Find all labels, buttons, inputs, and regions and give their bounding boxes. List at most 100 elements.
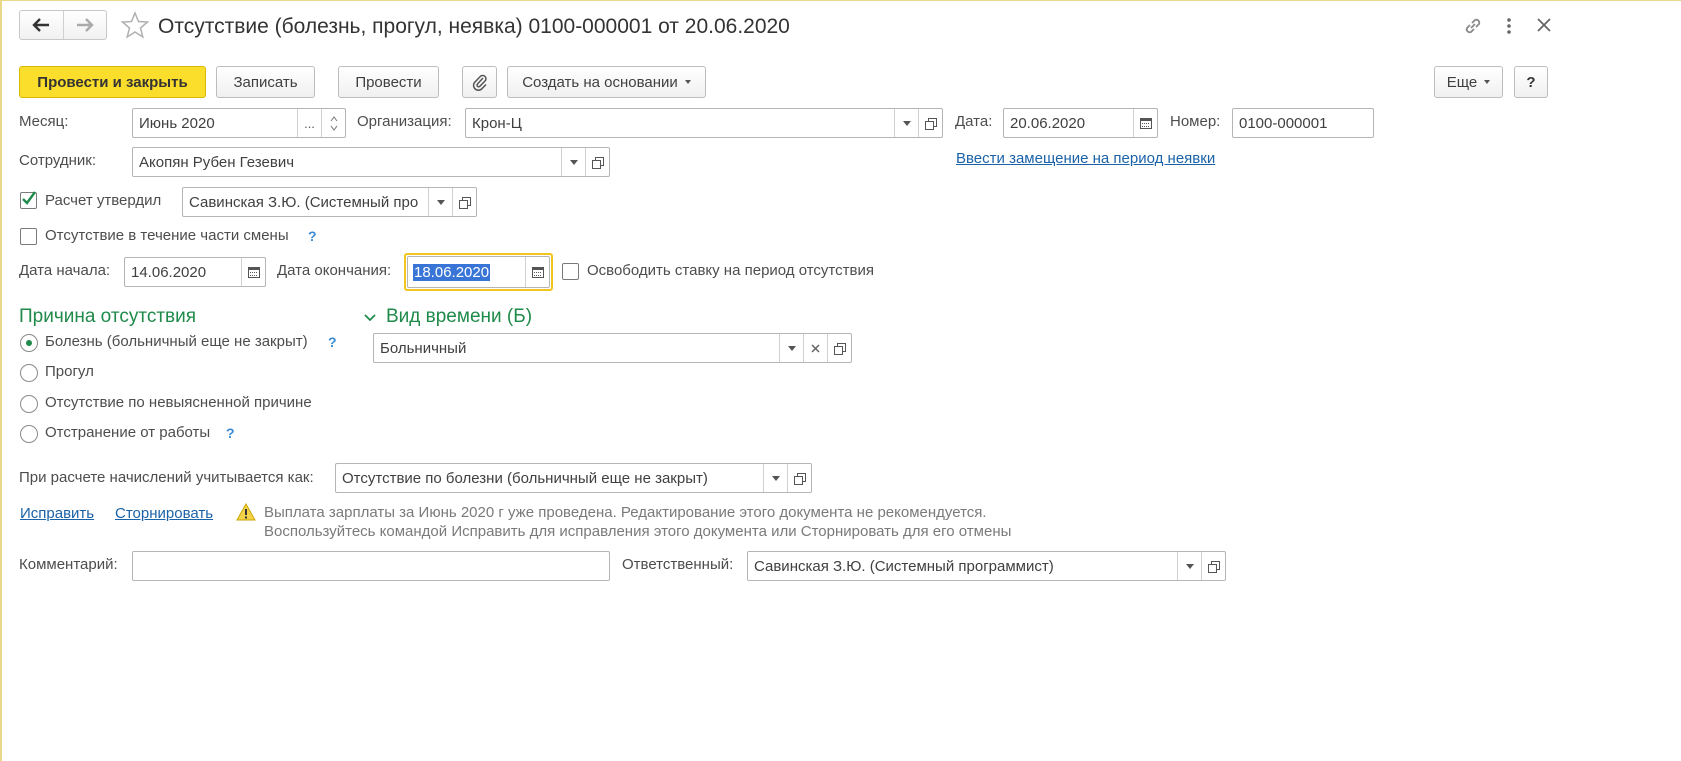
post-button[interactable]: Провести xyxy=(338,66,439,98)
reason-radio-suspension[interactable] xyxy=(20,425,38,443)
time-type-header[interactable]: Вид времени (Б) xyxy=(386,306,532,328)
dropdown-arrow-icon xyxy=(569,159,578,165)
date-value: 20.06.2020 xyxy=(1010,114,1086,132)
reason-radio-truancy[interactable] xyxy=(20,364,38,382)
reverse-link[interactable]: Сторнировать xyxy=(115,505,213,522)
accrual-field[interactable]: Отсутствие по болезни (больничный еще не… xyxy=(335,463,812,493)
create-based-on-button[interactable]: Создать на основании xyxy=(507,66,706,98)
reason-option-truancy: Прогул xyxy=(45,363,94,380)
number-label: Номер: xyxy=(1170,113,1221,130)
substitution-link[interactable]: Ввести замещение на период неявки xyxy=(956,150,1215,167)
employee-dropdown[interactable] xyxy=(561,148,585,176)
calendar-icon xyxy=(247,266,260,278)
dropdown-arrow-icon xyxy=(1185,563,1194,569)
open-icon xyxy=(592,156,604,169)
time-type-field[interactable]: Больничный xyxy=(373,333,852,363)
favorite-star-icon[interactable] xyxy=(120,10,150,44)
month-value: Июнь 2020 xyxy=(139,114,215,132)
open-icon xyxy=(459,196,471,209)
approved-field[interactable]: Савинская З.Ю. (Системный про xyxy=(182,187,477,217)
warning-line-1: Выплата зарплаты за Июнь 2020 г уже пров… xyxy=(264,504,987,521)
responsible-open[interactable] xyxy=(1201,552,1225,580)
month-label: Месяц: xyxy=(19,113,69,130)
help-question-icon[interactable]: ? xyxy=(308,228,317,244)
more-button[interactable]: Еще xyxy=(1434,66,1503,98)
month-select-button[interactable]: ... xyxy=(297,109,321,137)
date-calendar[interactable] xyxy=(1133,109,1157,137)
approved-checkbox[interactable] xyxy=(20,191,37,209)
close-icon[interactable] xyxy=(1535,16,1553,38)
paperclip-icon xyxy=(472,74,487,91)
more-vertical-icon[interactable] xyxy=(1502,15,1516,37)
accrual-open[interactable] xyxy=(787,464,811,492)
chevron-down-icon[interactable] xyxy=(330,125,338,131)
document-window: Отсутствие (болезнь, прогул, неявка) 010… xyxy=(0,0,1681,761)
number-value: 0100-000001 xyxy=(1239,114,1328,132)
organization-field[interactable]: Крон-Ц xyxy=(465,108,943,138)
collapse-chevron-icon[interactable] xyxy=(363,311,377,328)
nav-buttons xyxy=(19,10,107,40)
free-rate-checkbox[interactable] xyxy=(562,263,579,280)
accrual-label: При расчете начислений учитывается как: xyxy=(19,469,314,486)
help-question-icon[interactable]: ? xyxy=(328,334,337,350)
organization-label: Организация: xyxy=(357,113,452,130)
reason-radio-unknown[interactable] xyxy=(20,395,38,413)
start-date-field[interactable]: 14.06.2020 xyxy=(124,257,266,287)
warning-line-2: Воспользуйтесь командой Исправить для ис… xyxy=(264,523,1012,540)
write-button[interactable]: Записать xyxy=(216,66,315,98)
organization-value: Крон-Ц xyxy=(472,114,522,132)
accrual-dropdown[interactable] xyxy=(763,464,787,492)
reason-radio-illness[interactable] xyxy=(20,334,38,352)
end-date-calendar[interactable] xyxy=(525,257,549,287)
free-rate-label: Освободить ставку на период отсутствия xyxy=(587,262,874,279)
end-date-value: 18.06.2020 xyxy=(413,263,491,281)
chevron-down-icon xyxy=(1484,80,1491,84)
warning-icon xyxy=(236,502,256,525)
responsible-field[interactable]: Савинская З.Ю. (Системный программист) xyxy=(747,551,1226,581)
number-field[interactable]: 0100-000001 xyxy=(1232,108,1374,138)
checkmark-icon xyxy=(22,191,36,205)
comment-field[interactable] xyxy=(132,551,610,581)
post-and-close-button[interactable]: Провести и закрыть xyxy=(19,66,206,98)
time-type-open[interactable] xyxy=(827,334,851,362)
date-field[interactable]: 20.06.2020 xyxy=(1003,108,1158,138)
attach-button[interactable] xyxy=(462,66,497,98)
reason-option-illness: Болезнь (больничный еще не закрыт) xyxy=(45,333,308,350)
month-stepper[interactable] xyxy=(321,109,345,137)
approved-dropdown[interactable] xyxy=(428,188,452,216)
start-date-calendar[interactable] xyxy=(241,258,265,286)
open-icon xyxy=(1208,560,1220,573)
employee-open[interactable] xyxy=(585,148,609,176)
open-icon xyxy=(925,117,937,130)
responsible-label: Ответственный: xyxy=(622,556,734,573)
organization-open[interactable] xyxy=(918,109,942,137)
clear-x-icon xyxy=(811,343,820,353)
dropdown-arrow-icon xyxy=(771,475,780,481)
open-icon xyxy=(834,342,846,355)
end-date-label: Дата окончания: xyxy=(277,262,392,279)
approved-open[interactable] xyxy=(452,188,476,216)
dropdown-arrow-icon xyxy=(787,345,796,351)
back-arrow-icon[interactable] xyxy=(20,11,64,39)
create-based-on-label: Создать на основании xyxy=(522,73,678,91)
chevron-up-icon[interactable] xyxy=(330,115,338,122)
help-button[interactable]: ? xyxy=(1514,66,1548,98)
responsible-dropdown[interactable] xyxy=(1177,552,1201,580)
partial-shift-checkbox[interactable] xyxy=(20,228,37,245)
month-field[interactable]: Июнь 2020 ... xyxy=(132,108,346,138)
calendar-icon xyxy=(531,266,544,278)
calendar-icon xyxy=(1139,117,1152,129)
forward-arrow-icon[interactable] xyxy=(64,11,107,39)
time-type-clear[interactable] xyxy=(803,334,827,362)
dropdown-arrow-icon xyxy=(436,199,445,205)
link-icon[interactable] xyxy=(1462,15,1484,41)
employee-field[interactable]: Акопян Рубен Гезевич xyxy=(132,147,610,177)
fix-link[interactable]: Исправить xyxy=(20,505,94,522)
comment-label: Комментарий: xyxy=(19,556,118,573)
organization-dropdown[interactable] xyxy=(894,109,918,137)
time-type-dropdown[interactable] xyxy=(779,334,803,362)
page-title: Отсутствие (болезнь, прогул, неявка) 010… xyxy=(158,15,790,38)
end-date-field[interactable]: 18.06.2020 xyxy=(407,256,550,288)
employee-label: Сотрудник: xyxy=(19,152,97,169)
help-question-icon[interactable]: ? xyxy=(226,425,235,441)
